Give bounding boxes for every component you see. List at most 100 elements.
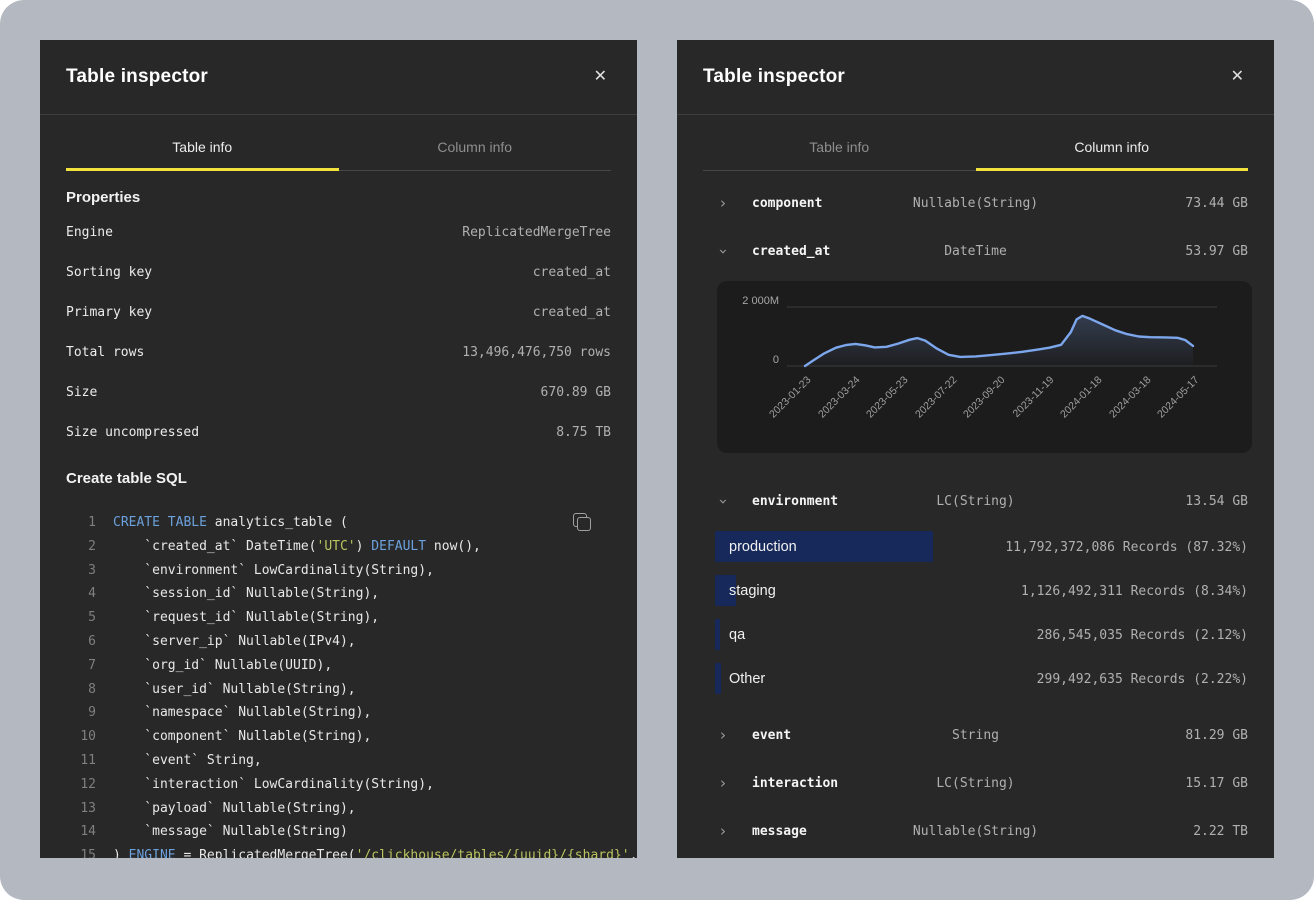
sql-line: 9 `namespace` Nullable(String), bbox=[66, 701, 611, 725]
line-number: 15 bbox=[66, 844, 96, 858]
property-value: created_at bbox=[533, 305, 611, 320]
column-row-event[interactable]: › event String 81.29 GB bbox=[677, 711, 1274, 759]
sql-token: , bbox=[630, 848, 637, 858]
sql-token: '/clickhouse/tables/{uuid}/{shard}' bbox=[356, 848, 630, 858]
sql-code-block: 1CREATE TABLE analytics_table (2 `create… bbox=[66, 511, 611, 858]
sql-tokens: `payload` Nullable(String), bbox=[113, 797, 356, 821]
sql-tokens: `namespace` Nullable(String), bbox=[113, 701, 371, 725]
column-row-message[interactable]: › message Nullable(String) 2.22 TB bbox=[677, 807, 1274, 855]
column-size: 13.54 GB bbox=[1185, 494, 1248, 509]
column-row-environment[interactable]: › environment LC(String) 13.54 GB bbox=[677, 477, 1274, 525]
sql-token: = ReplicatedMergeTree( bbox=[176, 848, 356, 858]
sql-token: `component` Nullable(String), bbox=[113, 729, 371, 744]
sql-tokens: `component` Nullable(String), bbox=[113, 725, 371, 749]
table-inspector-dialog-right: Table inspector ✕ Table info Column info… bbox=[677, 40, 1274, 858]
sql-tokens: `event` String, bbox=[113, 749, 262, 773]
sql-line: 6 `server_ip` Nullable(IPv4), bbox=[66, 630, 611, 654]
line-number: 14 bbox=[66, 820, 96, 844]
column-size: 15.17 GB bbox=[1185, 776, 1248, 791]
tab-bar: Table info Column info bbox=[66, 115, 611, 171]
property-row: Engine ReplicatedMergeTree bbox=[66, 212, 611, 252]
sql-token: `message` Nullable(String) bbox=[113, 824, 348, 839]
sql-token: `interaction` LowCardinality(String), bbox=[113, 777, 434, 792]
sql-tokens: `interaction` LowCardinality(String), bbox=[113, 773, 434, 797]
sql-token: `environment` LowCardinality(String), bbox=[113, 563, 434, 578]
chevron-right-icon: › bbox=[717, 824, 729, 839]
close-icon[interactable]: ✕ bbox=[590, 65, 611, 89]
sql-token: DEFAULT bbox=[371, 539, 426, 554]
sql-line: 13 `payload` Nullable(String), bbox=[66, 797, 611, 821]
value-records: 286,545,035 Records (2.12%) bbox=[1037, 628, 1248, 643]
property-value: 13,496,476,750 rows bbox=[462, 345, 611, 360]
line-number: 4 bbox=[66, 582, 96, 606]
columns-list: › component Nullable(String) 73.44 GB › … bbox=[677, 179, 1274, 855]
column-row-component[interactable]: › component Nullable(String) 73.44 GB bbox=[677, 179, 1274, 227]
sql-tokens: `user_id` Nullable(String), bbox=[113, 678, 356, 702]
sql-line: 12 `interaction` LowCardinality(String), bbox=[66, 773, 611, 797]
line-number: 2 bbox=[66, 535, 96, 559]
property-label: Size uncompressed bbox=[66, 425, 199, 440]
property-value: 670.89 GB bbox=[541, 385, 611, 400]
created-at-histogram: 2 000M 0 2023-01-232023-03-242023-05-232… bbox=[717, 281, 1252, 453]
sql-line: 15) ENGINE = ReplicatedMergeTree('/click… bbox=[66, 844, 611, 858]
sql-code-lines: 1CREATE TABLE analytics_table (2 `create… bbox=[66, 511, 611, 858]
chevron-right-icon: › bbox=[716, 495, 731, 507]
sql-line: 4 `session_id` Nullable(String), bbox=[66, 582, 611, 606]
sql-line: 2 `created_at` DateTime('UTC') DEFAULT n… bbox=[66, 535, 611, 559]
column-size: 53.97 GB bbox=[1185, 244, 1248, 259]
close-icon[interactable]: ✕ bbox=[1227, 65, 1248, 89]
value-distribution-row: production 11,792,372,086 Records (87.32… bbox=[715, 525, 1248, 569]
desktop-background: Table inspector ✕ Table info Column info… bbox=[0, 0, 1314, 900]
create-table-sql-heading: Create table SQL bbox=[66, 470, 611, 487]
sql-line: 10 `component` Nullable(String), bbox=[66, 725, 611, 749]
properties-list: Engine ReplicatedMergeTree Sorting key c… bbox=[66, 212, 611, 452]
sql-token: `payload` Nullable(String), bbox=[113, 801, 356, 816]
sql-token: ) bbox=[356, 539, 372, 554]
value-records: 299,492,635 Records (2.22%) bbox=[1037, 672, 1248, 687]
sql-token: `session_id` Nullable(String), bbox=[113, 586, 379, 601]
chevron-right-icon: › bbox=[717, 728, 729, 743]
sql-token: ENGINE bbox=[129, 848, 176, 858]
value-records: 11,792,372,086 Records (87.32%) bbox=[1005, 540, 1248, 555]
property-row: Size uncompressed 8.75 TB bbox=[66, 412, 611, 452]
page-title: Table inspector bbox=[66, 66, 208, 88]
column-row-created_at[interactable]: › created_at DateTime 53.97 GB bbox=[677, 227, 1274, 275]
chevron-right-icon: › bbox=[717, 196, 729, 211]
column-row-interaction[interactable]: › interaction LC(String) 15.17 GB bbox=[677, 759, 1274, 807]
properties-heading: Properties bbox=[66, 189, 611, 206]
column-name: message bbox=[752, 824, 807, 839]
column-name: interaction bbox=[752, 776, 838, 791]
tab-column-info[interactable]: Column info bbox=[976, 115, 1249, 171]
copy-icon[interactable] bbox=[571, 511, 593, 533]
tab-column-info[interactable]: Column info bbox=[339, 115, 612, 171]
property-row: Primary key created_at bbox=[66, 292, 611, 332]
sql-token: ) bbox=[113, 848, 129, 858]
line-number: 1 bbox=[66, 511, 96, 535]
tab-table-info[interactable]: Table info bbox=[66, 115, 339, 171]
property-row: Sorting key created_at bbox=[66, 252, 611, 292]
line-number: 12 bbox=[66, 773, 96, 797]
sql-line: 14 `message` Nullable(String) bbox=[66, 820, 611, 844]
tab-table-info[interactable]: Table info bbox=[703, 115, 976, 171]
sql-tokens: `request_id` Nullable(String), bbox=[113, 606, 379, 630]
value-distribution-row: qa 286,545,035 Records (2.12%) bbox=[715, 613, 1248, 657]
area-chart-svg bbox=[717, 281, 1227, 381]
property-row: Size 670.89 GB bbox=[66, 372, 611, 412]
column-name: event bbox=[752, 728, 791, 743]
line-number: 10 bbox=[66, 725, 96, 749]
property-label: Sorting key bbox=[66, 265, 152, 280]
sql-line: 3 `environment` LowCardinality(String), bbox=[66, 559, 611, 583]
column-size: 81.29 GB bbox=[1185, 728, 1248, 743]
sql-token: `event` String, bbox=[113, 753, 262, 768]
property-value: ReplicatedMergeTree bbox=[462, 225, 611, 240]
sql-token: `org_id` Nullable(UUID), bbox=[113, 658, 332, 673]
sql-token: `user_id` Nullable(String), bbox=[113, 682, 356, 697]
sql-token: `namespace` Nullable(String), bbox=[113, 705, 371, 720]
sql-tokens: `org_id` Nullable(UUID), bbox=[113, 654, 332, 678]
sql-line: 1CREATE TABLE analytics_table ( bbox=[66, 511, 611, 535]
sql-token: now(), bbox=[426, 539, 481, 554]
column-size: 73.44 GB bbox=[1185, 196, 1248, 211]
dialog-header: Table inspector ✕ bbox=[677, 40, 1274, 115]
sql-token: `created_at` DateTime( bbox=[113, 539, 317, 554]
area-fill bbox=[805, 316, 1193, 366]
